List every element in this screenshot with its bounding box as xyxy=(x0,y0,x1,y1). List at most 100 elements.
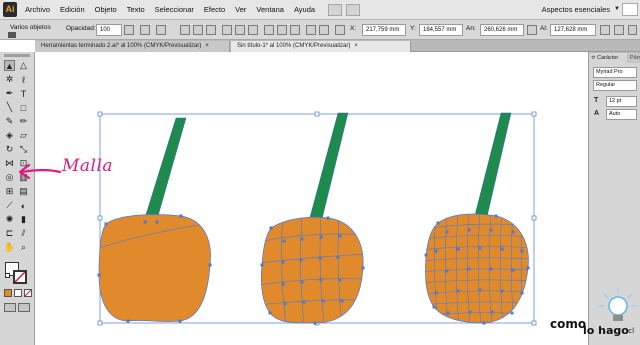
search-field[interactable] xyxy=(622,3,638,16)
menu-ver[interactable]: Ver xyxy=(235,5,246,14)
default-colors-icon[interactable] xyxy=(5,273,10,278)
illustrator-logo: Ai xyxy=(3,2,17,17)
rectangle-tool-icon[interactable]: □ xyxy=(18,102,29,113)
panel-tabs: ≎ Carácter Párrafo xyxy=(589,52,640,63)
leading-input[interactable]: Auto xyxy=(606,109,637,120)
reference-point-icon[interactable] xyxy=(335,25,345,35)
stroke-color-icon[interactable] xyxy=(13,270,27,284)
symbol-sprayer-tool-icon[interactable]: ✺ xyxy=(4,214,15,225)
type-tool-icon[interactable]: T xyxy=(18,88,29,99)
panel-grip[interactable] xyxy=(4,54,30,57)
artboard-canvas[interactable] xyxy=(36,53,587,345)
tab-sin-titulo[interactable]: Sin título-1* al 100% (CMYK/Previsualiza… xyxy=(231,41,411,52)
color-mode-icon[interactable] xyxy=(4,289,12,297)
tools-panel: ▲ △ ✲ ℓ ✒ T ╲ □ ✎ ✏ ◈ ▱ ↻ ⤡ ⋈ ⊡ ◎ ▥ ⊞ ▤ … xyxy=(0,52,35,345)
arrange-documents-icon[interactable] xyxy=(346,4,360,16)
fill-swatch[interactable] xyxy=(8,32,16,38)
column-graph-tool-icon[interactable]: ▮ xyxy=(18,214,29,225)
recolor-artwork-icon[interactable] xyxy=(140,25,150,35)
font-size-input[interactable]: 12 pt xyxy=(606,96,637,107)
transform-panel-icon[interactable] xyxy=(600,25,610,35)
blend-tool-icon[interactable]: ◐ xyxy=(18,200,29,211)
direct-selection-tool-icon[interactable]: △ xyxy=(18,60,29,71)
align-middle-icon[interactable] xyxy=(235,25,245,35)
hand-tool-icon[interactable]: ✋ xyxy=(4,242,15,253)
align-left-icon[interactable] xyxy=(180,25,190,35)
x-input[interactable]: 217,759 mm xyxy=(362,24,406,36)
opacity-menu-icon[interactable] xyxy=(124,25,134,35)
brand-word-como: como xyxy=(550,317,587,331)
pencil-tool-icon[interactable]: ✏ xyxy=(18,116,29,127)
gradient-tool-icon[interactable]: ▤ xyxy=(18,186,29,197)
document-tabs: Herramientas terminado 2.ai* al 100% (CM… xyxy=(35,40,640,52)
opacity-input[interactable]: 100 xyxy=(96,24,122,36)
align-center-icon[interactable] xyxy=(193,25,203,35)
eraser-tool-icon[interactable]: ▱ xyxy=(18,130,29,141)
artboard-tool-icon[interactable]: ⊏ xyxy=(4,228,15,239)
distribute-vertical-icon[interactable] xyxy=(290,25,300,35)
height-label: Al: xyxy=(540,25,548,32)
blob-brush-tool-icon[interactable]: ◈ xyxy=(4,130,15,141)
menu-ventana[interactable]: Ventana xyxy=(256,5,284,14)
opacity-label: Opacidad: xyxy=(66,25,96,32)
menu-objeto[interactable]: Objeto xyxy=(95,5,117,14)
isolate-group-icon[interactable] xyxy=(319,25,329,35)
cherry-2[interactable] xyxy=(258,112,366,325)
close-icon[interactable]: × xyxy=(354,43,358,49)
align-right-icon[interactable] xyxy=(206,25,216,35)
close-icon[interactable]: × xyxy=(205,43,209,49)
mesh-tool-annotation: Malla xyxy=(14,154,134,184)
tab-label: Herramientas terminado 2.ai* al 100% (CM… xyxy=(41,43,202,49)
width-label: An: xyxy=(466,25,476,32)
constrain-proportions-icon[interactable] xyxy=(527,25,537,35)
line-tool-icon[interactable]: ╲ xyxy=(4,102,15,113)
workspace-switcher[interactable]: Aspectos esenciales xyxy=(542,5,610,14)
menu-texto[interactable]: Texto xyxy=(127,5,145,14)
comolohago-logo: como lo hago .cl xyxy=(550,286,640,345)
drawing-mode-icon[interactable] xyxy=(4,303,16,312)
menu-seleccionar[interactable]: Seleccionar xyxy=(155,5,194,14)
font-family-select[interactable]: Myriad Pro xyxy=(593,67,637,78)
distribute-icon[interactable] xyxy=(264,25,274,35)
arrow-left-icon xyxy=(18,163,62,180)
menu-archivo[interactable]: Archivo xyxy=(25,5,50,14)
height-input[interactable]: 127,628 mm xyxy=(550,24,596,36)
screen-mode-icon[interactable] xyxy=(18,303,30,312)
distribute-horizontal-icon[interactable] xyxy=(277,25,287,35)
menu-efecto[interactable]: Efecto xyxy=(204,5,225,14)
y-input[interactable]: 184,557 mm xyxy=(419,24,463,36)
chevron-down-icon[interactable]: ▼ xyxy=(614,6,620,12)
none-mode-icon[interactable] xyxy=(24,289,32,297)
paintbrush-tool-icon[interactable]: ✎ xyxy=(4,116,15,127)
tab-caracter[interactable]: ≎ Carácter xyxy=(589,53,627,63)
tab-label: Sin título-1* al 100% (CMYK/Previsualiza… xyxy=(237,43,351,49)
graphic-styles-icon[interactable] xyxy=(156,25,166,35)
bridge-icon[interactable] xyxy=(328,4,342,16)
align-bottom-icon[interactable] xyxy=(248,25,258,35)
eyedropper-tool-icon[interactable]: ⟋ xyxy=(4,200,15,211)
menu-edicion[interactable]: Edición xyxy=(60,5,85,14)
tab-parrafo[interactable]: Párrafo xyxy=(628,53,640,63)
font-size-icon: T xyxy=(594,97,599,104)
gradient-mode-icon[interactable] xyxy=(14,289,22,297)
flip-icon[interactable] xyxy=(614,25,624,35)
transform-icon[interactable] xyxy=(306,25,316,35)
tab-herramientas[interactable]: Herramientas terminado 2.ai* al 100% (CM… xyxy=(35,41,230,52)
pen-tool-icon[interactable]: ✒ xyxy=(4,88,15,99)
lasso-tool-icon[interactable]: ℓ xyxy=(18,74,29,85)
align-top-icon[interactable] xyxy=(222,25,232,35)
cherry-3[interactable] xyxy=(422,112,532,327)
annotation-label: Malla xyxy=(62,156,114,176)
width-input[interactable]: 260,626 mm xyxy=(480,24,524,36)
slice-tool-icon[interactable]: ⫽ xyxy=(18,228,29,239)
panel-menu-icon[interactable] xyxy=(628,25,637,35)
mesh-tool-icon[interactable]: ⊞ xyxy=(4,186,15,197)
zoom-tool-icon[interactable]: ⌕ xyxy=(18,242,29,253)
lightbulb-icon xyxy=(599,288,637,321)
menu-ayuda[interactable]: Ayuda xyxy=(294,5,315,14)
magic-wand-tool-icon[interactable]: ✲ xyxy=(4,74,15,85)
control-bar: Varios objetos Opacidad: 100 X: 217,759 … xyxy=(0,20,640,40)
cherry-1[interactable] xyxy=(96,117,214,323)
selection-tool-icon[interactable]: ▲ xyxy=(4,60,15,71)
font-style-select[interactable]: Regular xyxy=(593,80,637,91)
